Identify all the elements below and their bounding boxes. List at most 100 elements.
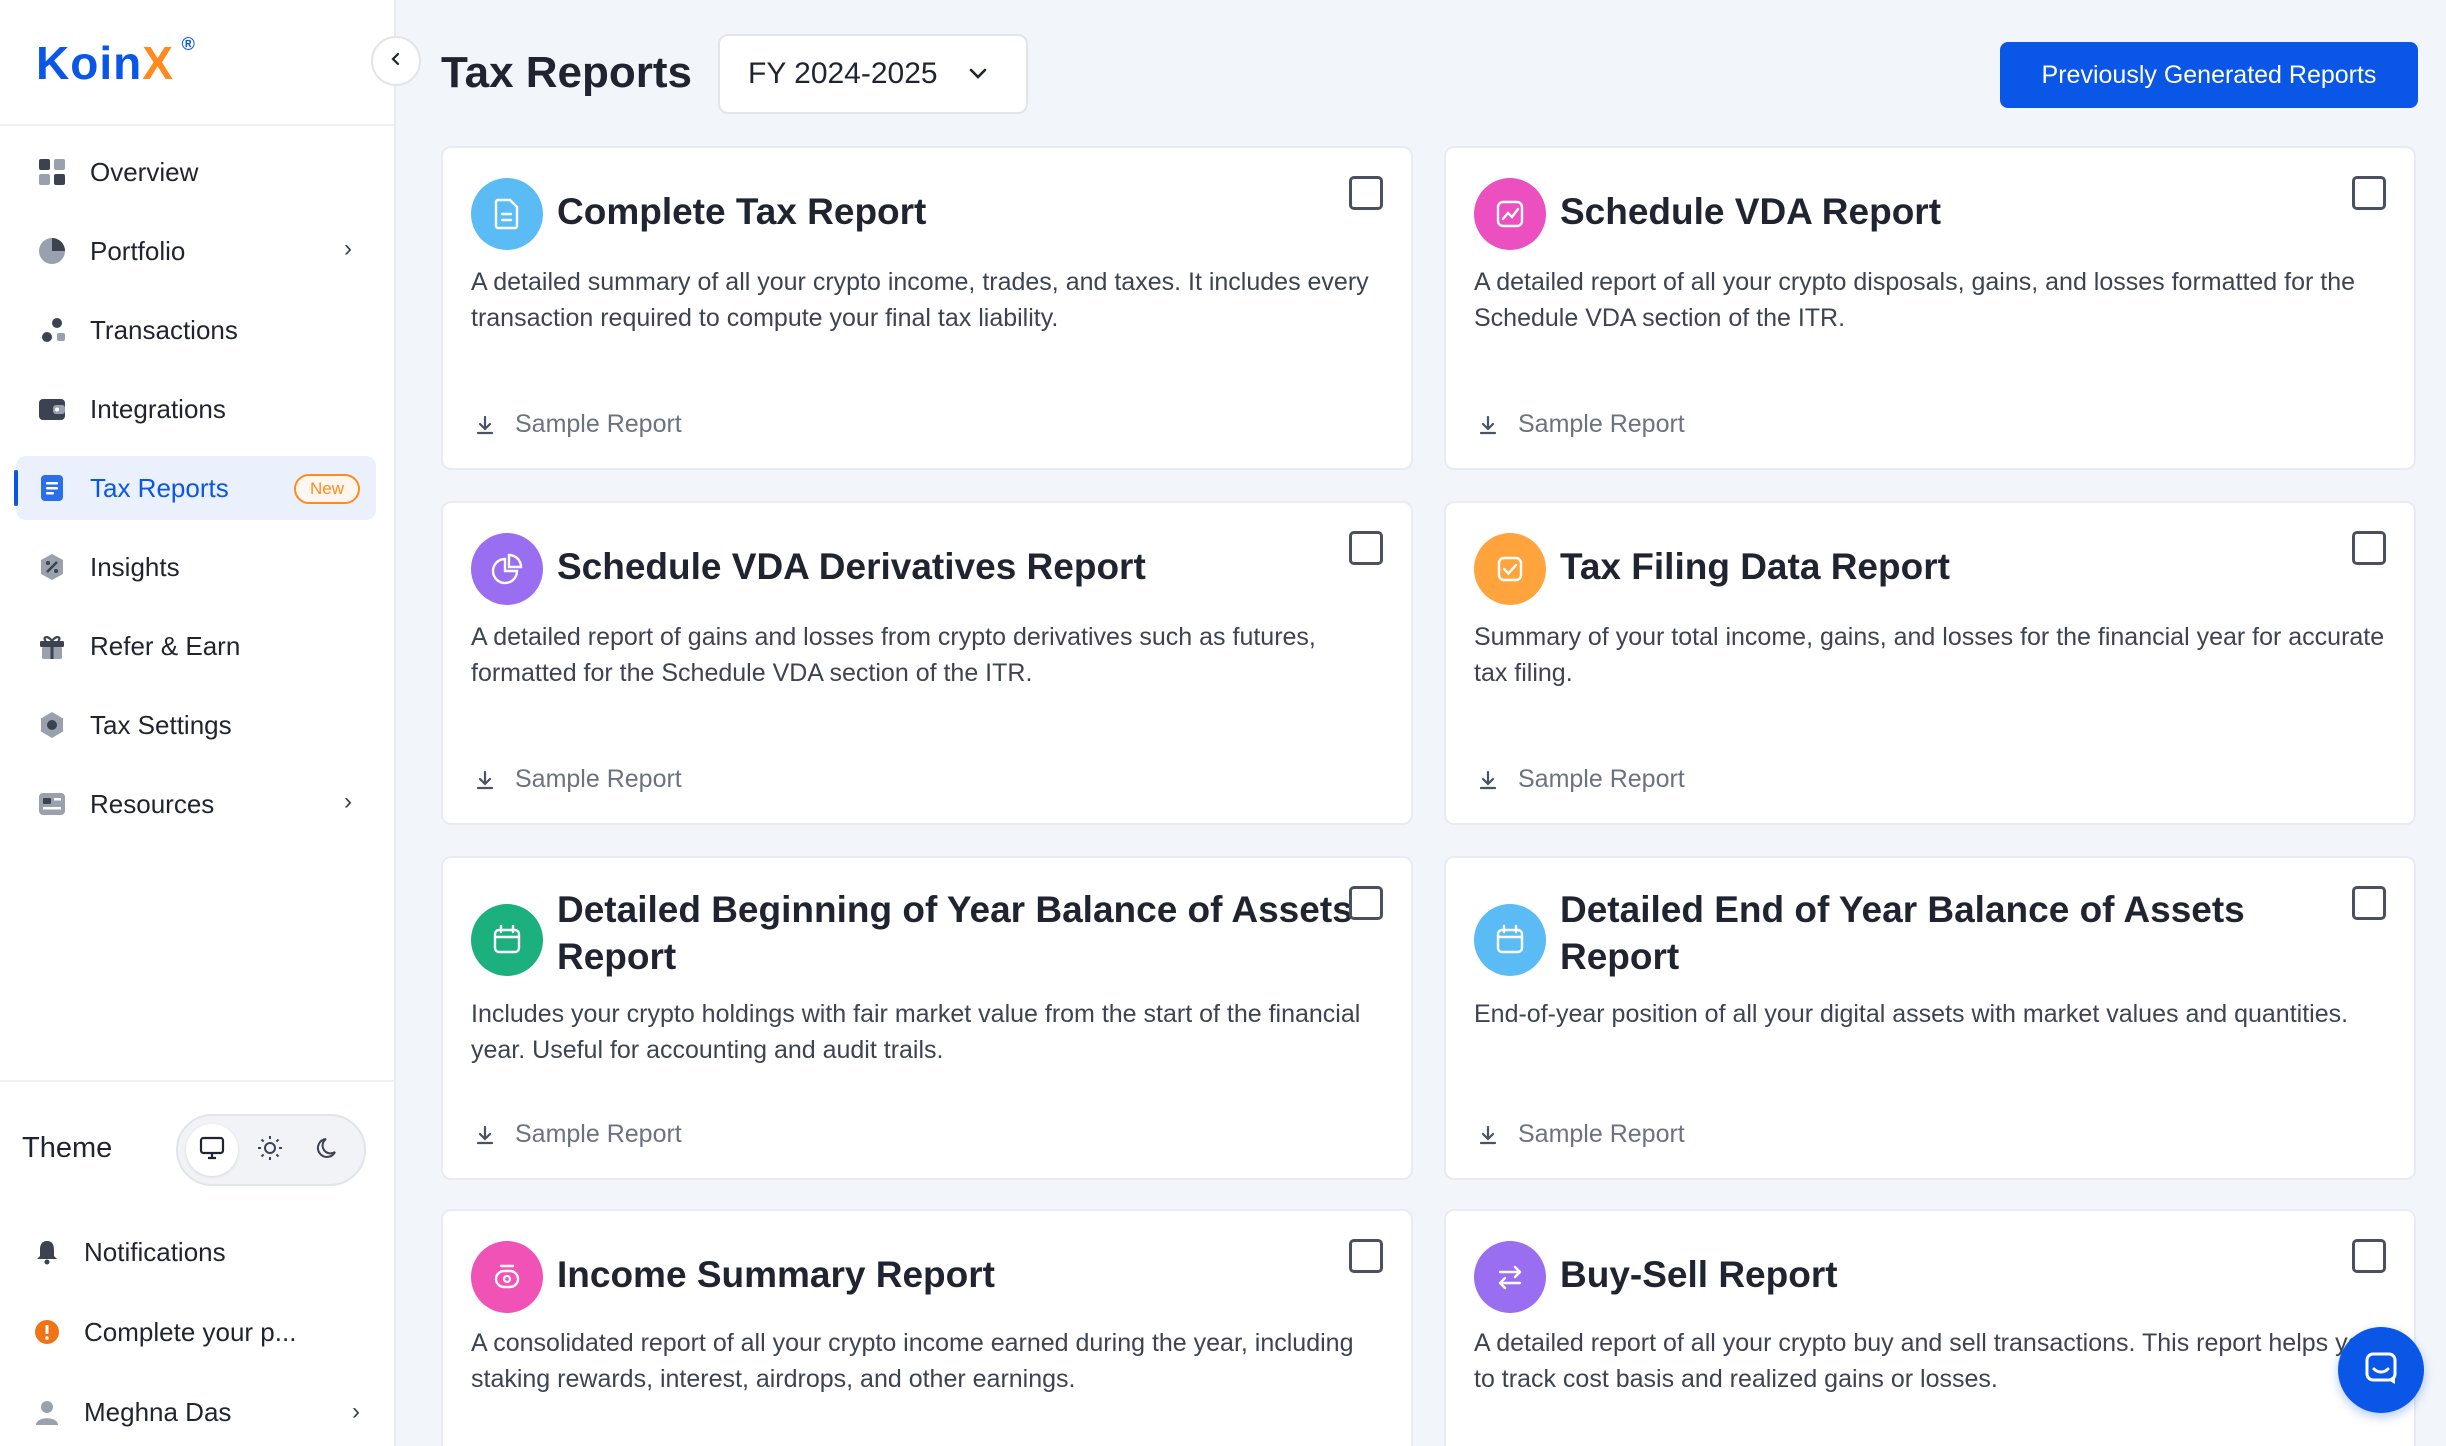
- money-icon: [471, 1241, 543, 1313]
- swap-icon: [1474, 1241, 1546, 1313]
- sidebar: KoinX ® Overview Portfolio › Transaction…: [0, 0, 396, 1446]
- previously-generated-reports-button[interactable]: Previously Generated Reports: [2000, 42, 2418, 108]
- card-description: A detailed summary of all your crypto in…: [471, 268, 1369, 332]
- chevron-right-icon: ›: [352, 1398, 360, 1425]
- chat-icon: [2360, 1347, 2402, 1394]
- check-icon: [1474, 533, 1546, 605]
- report-card-beginning-balance[interactable]: Detailed Beginning of Year Balance of As…: [441, 856, 1413, 1180]
- card-title: Buy-Sell Report: [1560, 1254, 1838, 1295]
- fy-select-value: FY 2024-2025: [748, 57, 938, 90]
- chart-icon: [1474, 178, 1546, 250]
- card-checkbox[interactable]: [2352, 1239, 2386, 1273]
- koinx-logo[interactable]: KoinX ®: [36, 34, 195, 90]
- sidebar-footer: Theme Notifications Complete your p... M…: [0, 1080, 396, 1446]
- bell-icon: [32, 1237, 62, 1267]
- sample-report-label: Sample Report: [515, 765, 682, 793]
- report-card-end-balance[interactable]: Detailed End of Year Balance of Assets R…: [1444, 856, 2416, 1180]
- card-title: Schedule VDA Report: [1560, 191, 1942, 232]
- sidebar-item-label: Overview: [90, 156, 199, 187]
- sample-report-link[interactable]: Sample Report: [1476, 410, 1685, 439]
- sample-report-label: Sample Report: [515, 410, 682, 438]
- theme-switch: [176, 1114, 366, 1186]
- download-icon: [1476, 768, 1500, 792]
- pie-icon: [36, 235, 68, 267]
- calendar-icon: [471, 904, 543, 976]
- card-description: A detailed report of gains and losses fr…: [471, 623, 1316, 687]
- alert-icon: [32, 1317, 62, 1347]
- page-title: Tax Reports: [441, 48, 693, 97]
- card-checkbox[interactable]: [2352, 886, 2386, 920]
- sidebar-item-label: Transactions: [90, 314, 238, 345]
- card-title: Income Summary Report: [557, 1254, 995, 1295]
- grid-icon: [36, 156, 68, 188]
- card-checkbox[interactable]: [1349, 531, 1383, 565]
- sidebar-item-resources[interactable]: Resources ›: [16, 772, 376, 836]
- theme-system-button[interactable]: [186, 1124, 238, 1176]
- main-content: Tax Reports FY 2024-2025 Previously Gene…: [396, 0, 2446, 1446]
- sidebar-item-tax-reports[interactable]: Tax Reports New: [14, 456, 376, 520]
- report-card-schedule-vda-derivatives[interactable]: Schedule VDA Derivatives Report A detail…: [441, 501, 1413, 825]
- chevron-left-icon: [387, 48, 405, 74]
- chevron-right-icon: ›: [344, 235, 352, 262]
- theme-dark-button[interactable]: [302, 1124, 354, 1176]
- chat-support-button[interactable]: [2338, 1327, 2424, 1413]
- wallet-icon: [36, 393, 68, 425]
- report-card-buy-sell[interactable]: Buy-Sell Report A detailed report of all…: [1444, 1209, 2416, 1446]
- card-checkbox[interactable]: [2352, 176, 2386, 210]
- card-title: Complete Tax Report: [557, 191, 927, 232]
- sidebar-item-integrations[interactable]: Integrations: [16, 377, 376, 441]
- card-title: Detailed Beginning of Year Balance of As…: [557, 889, 1353, 977]
- sidebar-item-portfolio[interactable]: Portfolio ›: [16, 219, 376, 283]
- sample-report-link[interactable]: Sample Report: [1476, 765, 1685, 794]
- logo-area: KoinX ®: [0, 0, 394, 126]
- resources-icon: [36, 788, 68, 820]
- sidebar-item-label: Resources: [90, 788, 215, 819]
- card-description: Includes your crypto holdings with fair …: [471, 1000, 1361, 1064]
- user-name: Meghna Das: [84, 1396, 232, 1427]
- download-icon: [473, 1123, 497, 1147]
- sun-icon: [257, 1135, 283, 1166]
- sample-report-label: Sample Report: [515, 1120, 682, 1148]
- chevron-right-icon: ›: [344, 788, 352, 815]
- report-card-tax-filing-data[interactable]: Tax Filing Data Report Summary of your t…: [1444, 501, 2416, 825]
- notifications-link[interactable]: Notifications: [0, 1212, 396, 1292]
- card-title: Schedule VDA Derivatives Report: [557, 546, 1146, 587]
- card-checkbox[interactable]: [1349, 886, 1383, 920]
- card-checkbox[interactable]: [1349, 176, 1383, 210]
- new-badge: New: [293, 474, 360, 504]
- sidebar-item-insights[interactable]: Insights: [16, 535, 376, 599]
- sidebar-item-tax-settings[interactable]: Tax Settings: [16, 693, 376, 757]
- report-card-income-summary[interactable]: Income Summary Report A consolidated rep…: [441, 1209, 1413, 1446]
- sidebar-item-label: Portfolio: [90, 235, 186, 266]
- sample-report-label: Sample Report: [1518, 410, 1685, 438]
- download-icon: [473, 768, 497, 792]
- complete-profile-link[interactable]: Complete your p...: [0, 1292, 396, 1372]
- calendar-icon: [1474, 904, 1546, 976]
- theme-light-button[interactable]: [244, 1124, 296, 1176]
- chevron-down-icon: [964, 60, 992, 96]
- sidebar-item-refer-earn[interactable]: Refer & Earn: [16, 614, 376, 678]
- report-card-schedule-vda[interactable]: Schedule VDA Report A detailed report of…: [1444, 146, 2416, 470]
- fy-select[interactable]: FY 2024-2025: [718, 34, 1028, 114]
- sidebar-item-label: Tax Settings: [90, 709, 232, 740]
- sample-report-link[interactable]: Sample Report: [473, 410, 682, 439]
- pie-icon: [471, 533, 543, 605]
- card-checkbox[interactable]: [1349, 1239, 1383, 1273]
- report-card-complete-tax[interactable]: Complete Tax Report A detailed summary o…: [441, 146, 1413, 470]
- user-menu[interactable]: Meghna Das ›: [0, 1372, 396, 1446]
- card-title: Detailed End of Year Balance of Assets R…: [1560, 889, 2245, 977]
- sidebar-nav: Overview Portfolio › Transactions Integr…: [14, 140, 376, 851]
- sample-report-link[interactable]: Sample Report: [473, 765, 682, 794]
- card-checkbox[interactable]: [2352, 531, 2386, 565]
- sidebar-item-label: Integrations: [90, 393, 226, 424]
- collapse-sidebar-button[interactable]: [371, 36, 421, 86]
- document-icon: [36, 472, 68, 504]
- complete-profile-label: Complete your p...: [84, 1316, 297, 1347]
- card-description: A detailed report of all your crypto dis…: [1474, 268, 2356, 332]
- sample-report-link[interactable]: Sample Report: [473, 1120, 682, 1149]
- transfer-icon: [36, 314, 68, 346]
- sidebar-item-overview[interactable]: Overview: [16, 140, 376, 204]
- sample-report-link[interactable]: Sample Report: [1476, 1120, 1685, 1149]
- sidebar-item-transactions[interactable]: Transactions: [16, 298, 376, 362]
- sample-report-label: Sample Report: [1518, 765, 1685, 793]
